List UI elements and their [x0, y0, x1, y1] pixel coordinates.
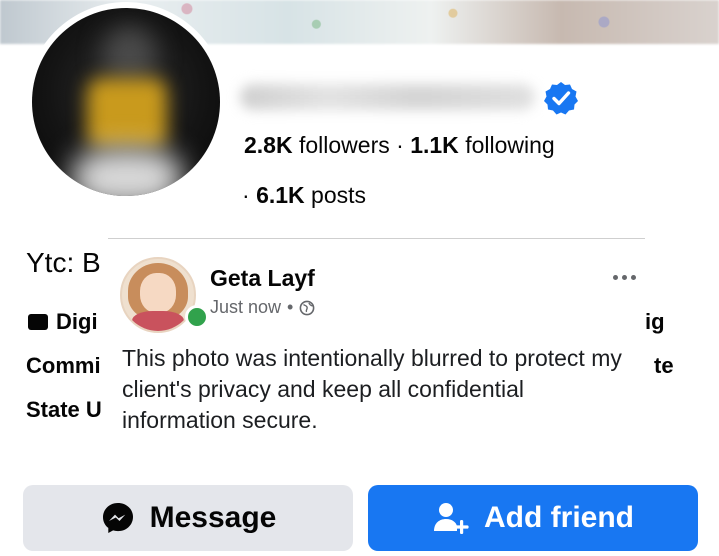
post-meta: Just now •: [210, 297, 315, 318]
globe-icon: [299, 300, 315, 315]
bio-line-work-tail: ig: [645, 309, 665, 334]
verified-badge-icon: [544, 82, 578, 115]
post-card: Geta Layf Just now • This photo was inte…: [108, 238, 645, 449]
add-friend-icon: [434, 503, 469, 534]
following-label: following: [465, 132, 555, 158]
stats-separator: ·: [396, 132, 404, 158]
post-meta-separator: •: [287, 297, 294, 317]
post-author-name[interactable]: Geta Layf: [210, 265, 315, 292]
bio-line-work: Digi: [28, 309, 98, 335]
more-dot: [630, 274, 636, 280]
bio-line-3: State U: [26, 397, 102, 422]
avatar-face: [140, 273, 176, 313]
post-body-text: This photo was intentionally blurred to …: [122, 345, 622, 433]
more-dot: [612, 274, 618, 280]
profile-avatar[interactable]: [32, 8, 220, 196]
posts-separator: ·: [242, 182, 250, 208]
add-friend-button[interactable]: Add friend: [368, 485, 698, 551]
avatar-blur-lower: [72, 148, 182, 196]
more-dot: [621, 274, 627, 280]
followers-count: 2.8K: [244, 132, 293, 158]
bio-line-2-tail: te: [654, 353, 674, 378]
avatar-blur-head: [102, 26, 157, 86]
message-button[interactable]: Message: [23, 485, 353, 551]
follow-stats[interactable]: 2.8K followers · 1.1K following: [244, 132, 555, 159]
avatar-shirt: [132, 311, 184, 331]
card-icon: [28, 314, 48, 330]
bio-line-2: Commi: [26, 353, 101, 378]
post-author-avatar[interactable]: [120, 257, 196, 333]
bio-name-fragment: Ytc: B: [26, 247, 101, 278]
add-friend-button-label: Add friend: [484, 501, 634, 534]
avatar-blur-shirt: [87, 78, 167, 148]
message-button-label: Message: [149, 501, 277, 534]
more-options-icon[interactable]: [606, 267, 642, 287]
posts-count: 6.1K: [256, 182, 305, 208]
bio-line-work-text: Digi: [56, 309, 98, 334]
messenger-icon: [102, 503, 133, 533]
following-count: 1.1K: [410, 132, 459, 158]
post-timestamp[interactable]: Just now: [210, 297, 281, 318]
blurred-profile-name: [240, 84, 535, 110]
followers-label: followers: [298, 132, 390, 158]
posts-stats[interactable]: · 6.1K posts: [242, 182, 366, 209]
online-status-dot: [185, 305, 209, 329]
posts-label: posts: [311, 182, 367, 208]
